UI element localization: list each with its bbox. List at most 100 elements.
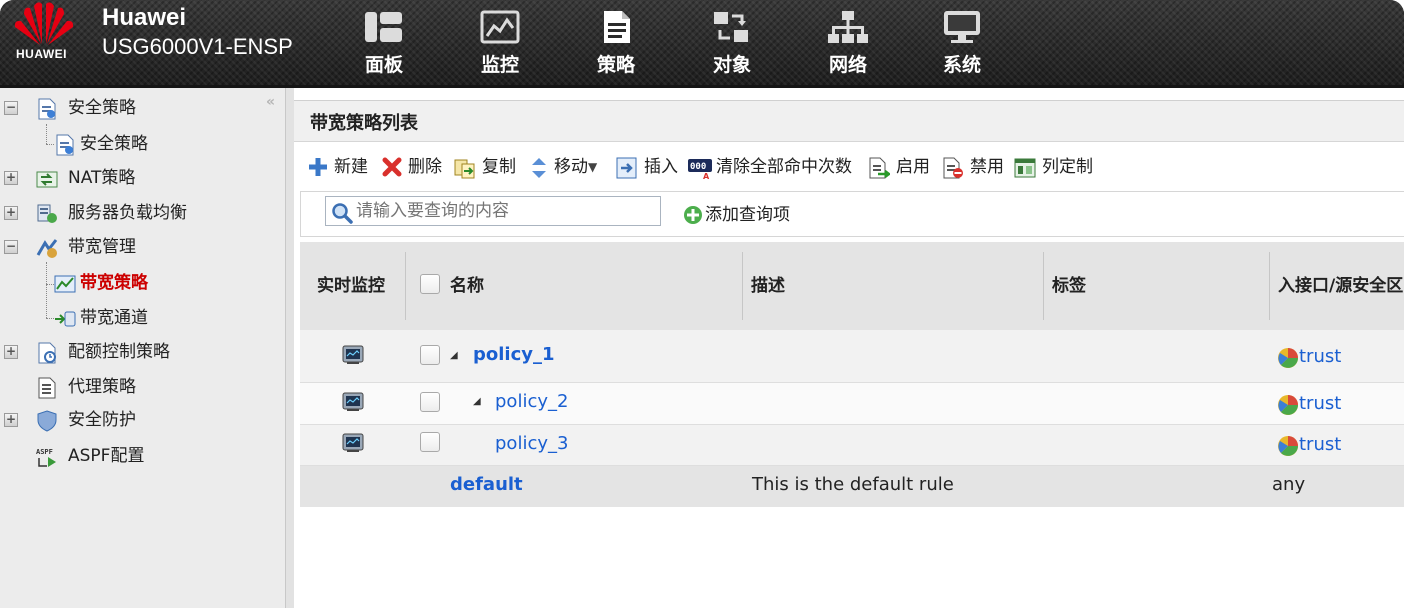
sidebar-item-bandwidth-policy[interactable]: 带宽策略: [0, 268, 280, 298]
sidebar-item-proxy-policy[interactable]: 代理策略: [0, 372, 280, 402]
nav-network[interactable]: 网络: [808, 10, 888, 82]
nav-label: 策略: [596, 54, 635, 76]
copy-icon: [454, 159, 475, 179]
expand-triangle-icon[interactable]: ◢: [473, 396, 481, 407]
panel-header: 带宽策略列表: [294, 100, 1404, 142]
realtime-monitor-icon[interactable]: [342, 433, 364, 453]
table-row[interactable]: policy_3 trust: [300, 425, 1404, 466]
clear-hit-count-label: 清除全部命中次数: [716, 157, 852, 177]
monitor-chart-icon: [480, 10, 520, 44]
column-header-name[interactable]: 名称: [450, 252, 484, 320]
customize-columns-label: 列定制: [1042, 157, 1093, 177]
column-divider: [742, 252, 743, 320]
sidebar-item-security-policy-group[interactable]: − 安全策略: [0, 93, 280, 123]
row-checkbox[interactable]: [420, 345, 440, 365]
chevron-down-icon: ▼: [588, 160, 598, 174]
svg-text:A: A: [703, 172, 710, 179]
sidebar-item-security-protection[interactable]: + 安全防护: [0, 405, 280, 435]
new-label: 新建: [334, 157, 368, 177]
select-all-checkbox[interactable]: [420, 274, 440, 294]
sidebar: « − 安全策略 安全策略 + NAT策略 + 服务器负载均衡 − 带宽管理 带…: [0, 88, 286, 608]
main-content: 带宽策略列表 新建 删除 复制 移动 ▼ 插入 000 A 清除全部命中次数 启…: [286, 88, 1404, 608]
security-zone-icon: [1278, 348, 1298, 368]
logo-text: HUAWEI: [16, 47, 67, 61]
nav-objects[interactable]: 对象: [692, 10, 772, 82]
splitter[interactable]: [286, 88, 294, 608]
policy-name-link[interactable]: policy_1: [473, 344, 555, 365]
expand-toggle-icon[interactable]: +: [4, 206, 18, 220]
sidebar-item-label: 带宽通道: [80, 308, 148, 328]
aspf-icon: ASPF: [36, 448, 56, 467]
security-zone-icon: [1278, 395, 1298, 415]
column-divider: [405, 252, 406, 320]
sidebar-item-label: 服务器负载均衡: [68, 203, 187, 223]
objects-icon: [714, 12, 748, 42]
sidebar-item-security-policy[interactable]: 安全策略: [0, 129, 280, 159]
source-zone-link[interactable]: trust: [1299, 393, 1341, 414]
huawei-logo: HUAWEI: [6, 0, 82, 84]
source-zone-link[interactable]: trust: [1299, 434, 1341, 455]
policy-name-link[interactable]: policy_3: [495, 433, 568, 454]
proxy-policy-icon: [38, 377, 56, 399]
collapse-toggle-icon[interactable]: −: [4, 240, 18, 254]
policy-name-link[interactable]: policy_2: [495, 391, 568, 412]
move-up-down-icon: [532, 158, 546, 178]
column-header-source-zone[interactable]: 入接口/源安全区: [1278, 252, 1403, 320]
nav-dashboard[interactable]: 面板: [344, 10, 424, 82]
row-checkbox[interactable]: [420, 432, 440, 452]
sidebar-item-bandwidth-management[interactable]: − 带宽管理: [0, 232, 280, 262]
quota-control-icon: [38, 342, 56, 364]
table-row-default[interactable]: default This is the default rule any: [300, 466, 1404, 507]
search-input[interactable]: [325, 196, 661, 226]
expand-toggle-icon[interactable]: +: [4, 413, 18, 427]
server-load-balance-icon: [37, 204, 57, 223]
move-label: 移动: [554, 157, 588, 177]
table-row[interactable]: ◢ policy_2 trust: [300, 383, 1404, 425]
source-zone-link[interactable]: trust: [1299, 346, 1341, 367]
realtime-monitor-icon[interactable]: [342, 345, 364, 365]
nav-label: 系统: [942, 54, 981, 76]
expand-toggle-icon[interactable]: +: [4, 345, 18, 359]
bandwidth-channel-icon: [55, 311, 76, 327]
bandwidth-management-icon: [36, 239, 58, 258]
bandwidth-policy-icon: [54, 275, 76, 293]
expand-triangle-icon[interactable]: ◢: [450, 350, 458, 361]
column-header-tag[interactable]: 标签: [1052, 252, 1086, 320]
top-header: HUAWEI Huawei USG6000V1-ENSP 面板 监控 策略 对象…: [0, 0, 1404, 88]
nav-label: 网络: [828, 54, 867, 76]
insert-icon: [616, 157, 637, 179]
panel-title: 带宽策略列表: [310, 113, 418, 134]
nav-system[interactable]: 系统: [922, 10, 1002, 82]
sidebar-item-quota-control-policy[interactable]: + 配额控制策略: [0, 337, 280, 367]
sidebar-item-label: 带宽策略: [80, 273, 148, 293]
collapse-toggle-icon[interactable]: −: [4, 101, 18, 115]
sidebar-item-nat-policy[interactable]: + NAT策略: [0, 163, 280, 193]
brand-name: Huawei: [102, 4, 187, 31]
security-policy-icon: [38, 98, 56, 120]
row-checkbox[interactable]: [420, 392, 440, 412]
column-divider: [1269, 252, 1270, 320]
sidebar-item-bandwidth-channel[interactable]: 带宽通道: [0, 303, 280, 333]
enable-icon: [869, 157, 890, 179]
plus-icon: [309, 158, 327, 176]
sidebar-item-label: 带宽管理: [68, 237, 136, 257]
nav-policy[interactable]: 策略: [576, 10, 656, 82]
device-model: USG6000V1-ENSP: [102, 34, 293, 59]
policy-name-link[interactable]: default: [450, 474, 523, 495]
sidebar-item-label: 安全策略: [68, 98, 136, 118]
policy-document-icon: [604, 11, 630, 43]
disable-label: 禁用: [970, 157, 1004, 177]
sidebar-item-server-load-balancing[interactable]: + 服务器负载均衡: [0, 198, 280, 228]
expand-toggle-icon[interactable]: +: [4, 171, 18, 185]
shield-icon: [37, 410, 57, 432]
sidebar-item-aspf-config[interactable]: ASPF ASPF配置: [0, 441, 280, 471]
add-circle-icon: [684, 206, 702, 224]
nav-monitor[interactable]: 监控: [460, 10, 540, 82]
column-header-realtime-monitor[interactable]: 实时监控: [317, 252, 385, 320]
realtime-monitor-icon[interactable]: [342, 392, 364, 412]
column-header-description[interactable]: 描述: [751, 252, 785, 320]
table-row[interactable]: ◢ policy_1 trust: [300, 330, 1404, 383]
filter-bar: 添加查询项: [300, 191, 1404, 237]
disable-icon: [943, 157, 963, 179]
delete-label: 删除: [408, 157, 442, 177]
